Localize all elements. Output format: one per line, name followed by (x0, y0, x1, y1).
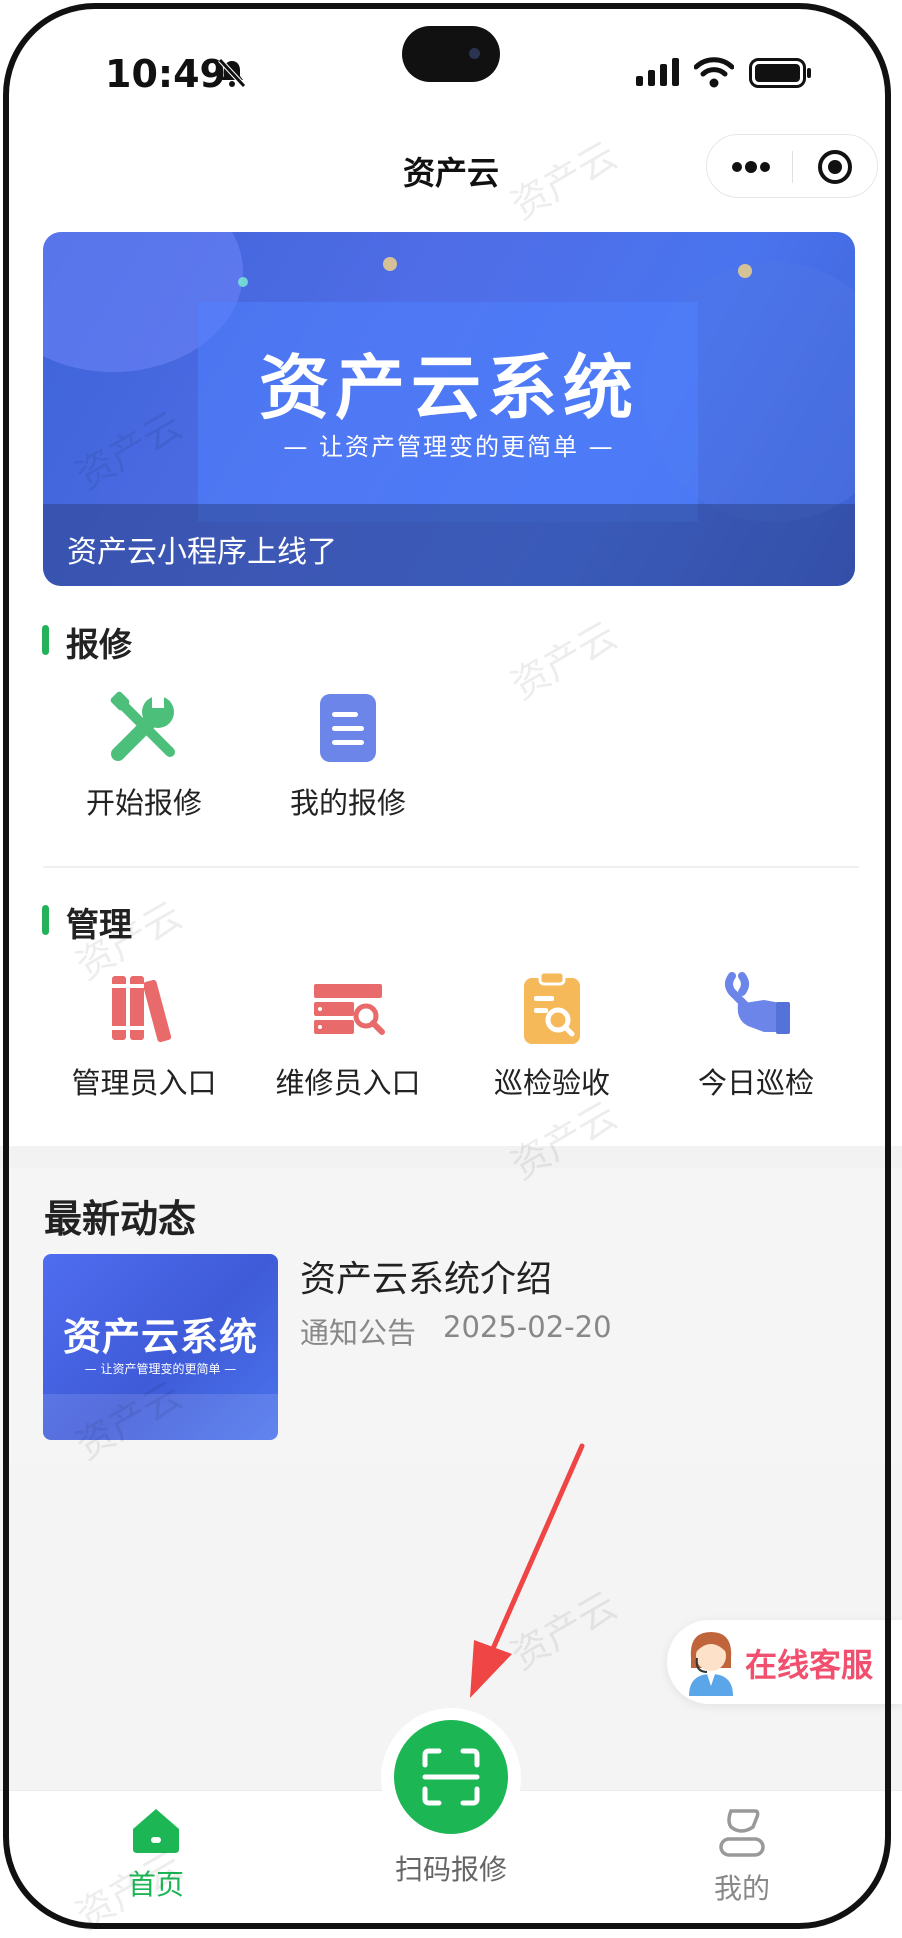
tab-scan-repair-label: 扫码报修 (394, 1853, 507, 1886)
my-repairs-button[interactable]: 我的报修 (248, 690, 448, 822)
scan-repair-button[interactable] (394, 1720, 508, 1834)
tab-home-label: 首页 (127, 1868, 184, 1901)
start-repair-label: 开始报修 (85, 786, 202, 820)
more-icon[interactable] (731, 153, 771, 181)
service-avatar-icon (689, 1632, 733, 1696)
section-gap (0, 1146, 902, 1168)
news-item-title[interactable]: 资产云系统介绍 (300, 1250, 552, 1302)
news-item-date: 2025-02-20 (443, 1310, 612, 1344)
section-divider (43, 866, 859, 868)
section-title-repair: 报修 (66, 625, 132, 664)
books-icon (112, 976, 172, 1043)
hand-wrench-icon (725, 972, 790, 1034)
admin-entry-label: 管理员入口 (71, 1066, 217, 1100)
start-repair-button[interactable]: 开始报修 (44, 690, 244, 822)
section-marker (42, 905, 49, 935)
close-miniprogram-icon[interactable] (817, 149, 853, 185)
clipboard-search-icon (524, 970, 580, 1044)
online-service-button[interactable]: 在线客服 (667, 1620, 902, 1704)
banner-carousel[interactable]: 资产云系统 — 让资产管理变的更简单 — 资产云小程序上线了 (43, 232, 855, 586)
banner-caption: 资产云小程序上线了 (67, 535, 337, 570)
admin-entry-button[interactable]: 管理员入口 (44, 970, 244, 1102)
tab-mine-label: 我的 (713, 1872, 770, 1905)
section-title-manage: 管理 (66, 905, 132, 944)
status-time: 10:49 (105, 52, 226, 96)
dynamic-island (402, 26, 500, 82)
profile-icon (719, 1809, 765, 1857)
maintainer-entry-label: 维修员入口 (275, 1066, 421, 1100)
online-service-label: 在线客服 (745, 1646, 874, 1684)
scan-icon (422, 1748, 480, 1806)
miniprogram-capsule (706, 134, 878, 198)
news-thumbnail[interactable]: 资产云系统 — 让资产管理变的更简单 — (43, 1254, 278, 1440)
news-thumbnail-title: 资产云系统 (62, 1315, 258, 1359)
wifi-icon (694, 57, 734, 88)
bell-muted-icon (218, 58, 246, 88)
today-inspection-button[interactable]: 今日巡检 (656, 970, 856, 1102)
phone-screen: 10:49 资产云 资产云系统 — 让资产管理变的更简单 — 资产云小程序上线了… (0, 0, 902, 1938)
tab-home[interactable]: 首页 (76, 1805, 236, 1903)
tab-mine[interactable]: 我的 (662, 1805, 822, 1907)
today-inspection-label: 今日巡检 (697, 1066, 814, 1100)
battery-icon (749, 58, 811, 88)
capsule-divider (792, 151, 793, 183)
inspection-acceptance-button[interactable]: 巡检验收 (452, 970, 652, 1102)
wrench-screwdriver-icon (110, 691, 175, 761)
banner-subtitle: — 让资产管理变的更简单 — (283, 433, 615, 461)
annotation-arrow-icon (470, 1443, 585, 1698)
cellular-signal-icon (636, 58, 679, 86)
news-thumbnail-subtitle: — 让资产管理变的更简单 — (84, 1362, 237, 1376)
home-icon (133, 1809, 179, 1853)
maintainer-entry-button[interactable]: 维修员入口 (248, 970, 448, 1102)
news-section-title: 最新动态 (44, 1197, 197, 1241)
my-repairs-label: 我的报修 (289, 786, 406, 820)
banner-title: 资产云系统 (259, 347, 639, 429)
document-icon (320, 694, 376, 762)
inspection-acceptance-label: 巡检验收 (493, 1066, 610, 1100)
server-search-icon (314, 984, 385, 1035)
section-marker (42, 625, 49, 655)
news-item-category: 通知公告 (300, 1316, 417, 1350)
